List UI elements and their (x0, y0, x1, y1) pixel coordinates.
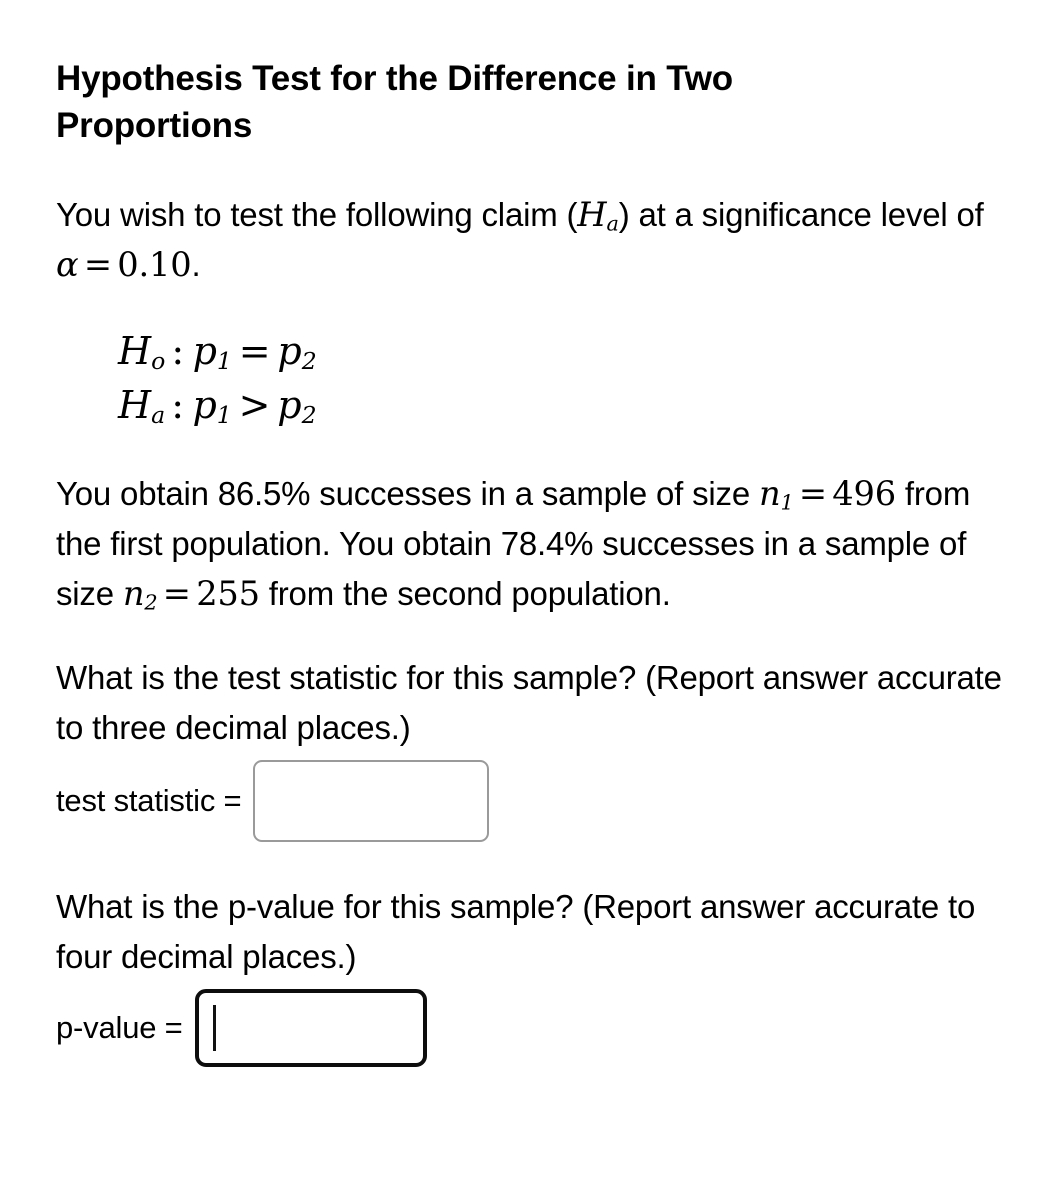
intro-text-part2: ) at a significance level of (618, 195, 984, 233)
n1-symbol: n (758, 473, 781, 513)
null-hypothesis-relation: = (238, 328, 271, 373)
p-value-question: What is the p-value for this sample? (Re… (56, 888, 976, 975)
p-value-answer-row: p-value = (56, 989, 1018, 1068)
null-hypothesis-subscript: o (151, 346, 166, 375)
p-value-field-wrap (194, 989, 427, 1068)
sample-text-part1: You obtain 86.5% successes in a sample o… (56, 474, 759, 512)
n1-value: 496 (832, 473, 896, 513)
n2-equals-sign: = (162, 573, 191, 613)
math-H-symbol: H (577, 194, 607, 234)
sample-size-2-math: n2 = 255 (122, 573, 260, 615)
alternative-hypothesis-colon: : (171, 382, 185, 427)
intro-text-part3: . (191, 246, 201, 284)
hypotheses-block: Ho: p1 = p2 Ha: p1 > p2 (56, 325, 1018, 433)
intro-text-part1: You wish to test the following claim ( (56, 195, 578, 233)
test-statistic-input[interactable] (253, 760, 490, 843)
null-hypothesis-line: Ho: p1 = p2 (118, 325, 1018, 379)
sample-text-part3: from the second population. (259, 574, 671, 612)
page-title: Hypothesis Test for the Difference in Tw… (56, 59, 733, 145)
null-hypothesis-symbol: H (118, 328, 152, 373)
significance-level-math: α = 0.10 (56, 245, 192, 285)
alternative-hypothesis-relation: > (238, 382, 271, 427)
alternative-hypothesis-subscript: a (151, 400, 166, 429)
text-cursor-icon (212, 1005, 216, 1052)
question-page: Hypothesis Test for the Difference in Tw… (0, 0, 1063, 1068)
alternative-hypothesis-right-subscript: 2 (301, 400, 317, 429)
p-value-label: p-value = (56, 1010, 183, 1046)
null-hypothesis-left-subscript: 1 (216, 346, 232, 375)
test-statistic-label: test statistic = (56, 783, 242, 819)
p-value-input[interactable] (194, 989, 427, 1068)
null-hypothesis-colon: : (171, 328, 185, 373)
alpha-symbol: α (56, 245, 79, 285)
n2-symbol: n (122, 573, 145, 613)
n1-equals-sign: = (798, 473, 827, 513)
n1-subscript: 1 (780, 490, 794, 515)
test-statistic-field-wrap (253, 760, 490, 843)
null-hypothesis-left-symbol: p (192, 328, 217, 373)
test-statistic-answer-row: test statistic = (56, 760, 1018, 843)
n2-subscript: 2 (144, 590, 158, 615)
test-statistic-question: What is the test statistic for this samp… (56, 659, 1002, 746)
intro-paragraph: You wish to test the following claim (Ha… (56, 190, 1018, 291)
alpha-value: 0.10 (117, 245, 192, 285)
equals-sign: = (83, 245, 112, 285)
alternative-hypothesis-line: Ha: p1 > p2 (118, 379, 1018, 433)
n2-value: 255 (196, 573, 260, 613)
alternative-hypothesis-right-symbol: p (277, 382, 302, 427)
alternative-hypothesis-inline-math: Ha (577, 194, 619, 236)
null-hypothesis-right-subscript: 2 (301, 346, 317, 375)
sample-size-1-math: n1 = 496 (758, 473, 896, 515)
alternative-hypothesis-symbol: H (118, 382, 152, 427)
null-hypothesis-right-symbol: p (277, 328, 302, 373)
alternative-hypothesis-left-symbol: p (192, 382, 217, 427)
alternative-hypothesis-left-subscript: 1 (216, 400, 232, 429)
math-H-subscript: a (606, 211, 619, 236)
sample-data-paragraph: You obtain 86.5% successes in a sample o… (56, 469, 1018, 619)
